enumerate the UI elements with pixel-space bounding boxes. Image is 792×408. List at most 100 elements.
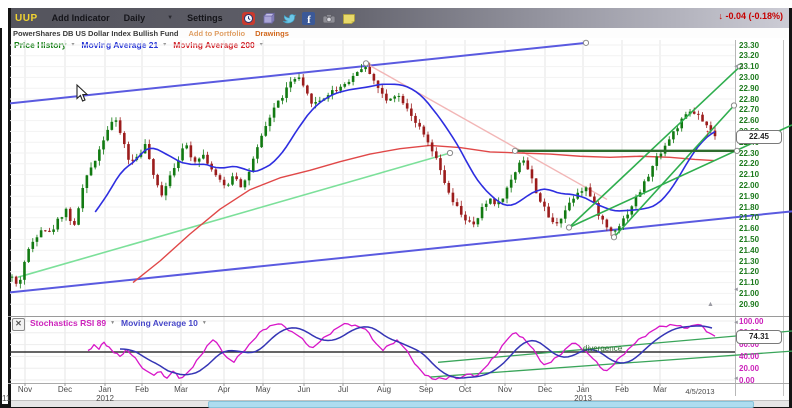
anchor-left-arrow-icon: ◄ [733,287,739,293]
y-axis-label: 22.30 [739,149,781,158]
x-axis-label: Mar [643,385,677,394]
fund-name-label: PowerShares DB US Dollar Index Bullish F… [13,29,178,38]
instrument-info-bar: PowerShares DB US Dollar Index Bullish F… [11,28,787,38]
x-axis-label: Oct [448,385,482,394]
endpoint-handle [611,235,616,240]
symbol-label: UUP [15,13,38,24]
x-axis-label: Sep [409,385,443,394]
legend-ma10[interactable]: Moving Average 10 [121,318,198,328]
cube-icon[interactable] [262,12,275,25]
alarm-icon[interactable] [242,12,255,25]
chevron-down-icon[interactable]: ▼ [110,320,115,326]
add-to-portfolio-link[interactable]: Add to Portfolio [188,29,245,38]
indicator-axis-label: 100.00 [739,317,781,326]
drawings-link[interactable]: Drawings [255,29,289,38]
indicator-axis-label: 20.00 [739,364,781,373]
y-axis-label: 22.80 [739,95,781,104]
indicator-axis-label: 0.00 [739,376,781,385]
y-axis-label: 22.90 [739,84,781,93]
twitter-icon[interactable] [282,12,295,25]
legend-stoch-rsi[interactable]: Stochastics RSI 89 [30,318,106,328]
y-axis-label: 21.70 [739,213,781,222]
camera-icon[interactable] [322,12,335,25]
down-arrow-icon: ↓ [718,11,723,21]
endpoint-handle [566,225,571,230]
x-axis-label: Jul [326,385,360,394]
mouse-cursor-icon [76,84,88,102]
endpoint-handle [583,40,588,45]
add-indicator-button[interactable]: Add Indicator [52,13,110,23]
channel-lower [10,211,792,292]
y-axis-label: 20.90 [739,300,781,309]
divergence-line-2 [430,351,792,377]
last-bar-arrow-marker: ↑ [705,128,710,139]
ma200-line [133,145,714,282]
period-dropdown-arrow-icon[interactable]: ▼ [167,15,173,21]
x-axis-year-label: 2013 [566,394,600,403]
fan-line-1 [569,67,740,228]
y-axis-label: 23.30 [739,41,781,50]
y-axis-label: 21.20 [739,267,781,276]
svg-text:f: f [307,14,311,26]
price-chart-plot[interactable] [10,40,735,316]
time-scrollbar-thumb[interactable] [208,401,754,408]
x-axis-label: Jun [287,385,321,394]
y-axis-label: 21.30 [739,257,781,266]
settings-button[interactable]: Settings [187,13,223,23]
y-axis-label: 23.20 [739,51,781,60]
period-select[interactable]: Daily [124,13,146,23]
y-axis-label: 21.90 [739,192,781,201]
x-axis-label: Feb [125,385,159,394]
channel-upper [10,43,586,103]
y-axis-label: 22.60 [739,116,781,125]
chevron-down-icon[interactable]: ▼ [202,320,207,326]
long-support [18,153,450,277]
x-axis-label: Nov [488,385,522,394]
y-axis-label: 21.00 [739,289,781,298]
divergence-annotation: divergence [583,344,622,353]
y-axis-label: 21.80 [739,203,781,212]
anchor-left-arrow-icon: ◄ [733,320,739,326]
x-axis-label: Apr [207,385,241,394]
window-left-edge [0,28,2,405]
y-axis-label: 21.10 [739,278,781,287]
endpoint-handle [447,150,452,155]
anchor-left-arrow-icon: ◄ [733,64,739,70]
y-axis-label: 21.40 [739,246,781,255]
anchor-up-arrow-icon: ▲ [707,301,714,308]
facebook-icon[interactable]: f [302,12,315,25]
y-axis-label: 23.00 [739,73,781,82]
x-axis-label: Feb [605,385,639,394]
chart-application-window: UUP Add Indicator Daily ▼ Settings f [0,0,792,408]
indicator-legend: Stochastics RSI 89 ▼ Moving Average 10 ▼ [30,318,213,328]
note-icon[interactable] [342,12,355,25]
y-axis-label: 22.00 [739,181,781,190]
candlesticks [11,63,717,289]
axis-right-separator [783,40,784,396]
x-axis-year-label: 11 [2,394,22,403]
x-axis-year-label: 2012 [88,394,122,403]
toolbar-icon-group: f [235,12,355,25]
y-axis-label: 22.20 [739,159,781,168]
anchor-left-arrow-icon: ◄ [733,376,739,382]
y-axis-label: 21.60 [739,224,781,233]
x-axis-label: Dec [528,385,562,394]
y-axis-label: 22.10 [739,170,781,179]
y-axis-label: 23.10 [739,62,781,71]
indicator-value-box: 74.31 [736,330,782,344]
toolbar: UUP Add Indicator Daily ▼ Settings f [11,8,789,28]
last-price-box: 22.45 [736,130,782,144]
xaxis-divider [8,383,789,384]
endpoint-handle [512,148,517,153]
y-axis-label: 22.70 [739,105,781,114]
x-axis-label: Dec [48,385,82,394]
x-axis-label: Aug [367,385,401,394]
endpoint-handle [731,103,736,108]
price-change-text: -0.04 (-0.18%) [725,11,783,21]
x-axis-label: Mar [164,385,198,394]
current-date-label: 4/5/2013 [675,387,725,396]
panel-close-button[interactable]: ✕ [12,318,25,331]
endpoint-handle [363,61,368,66]
x-axis-label: May [246,385,280,394]
y-axis-label: 21.50 [739,235,781,244]
